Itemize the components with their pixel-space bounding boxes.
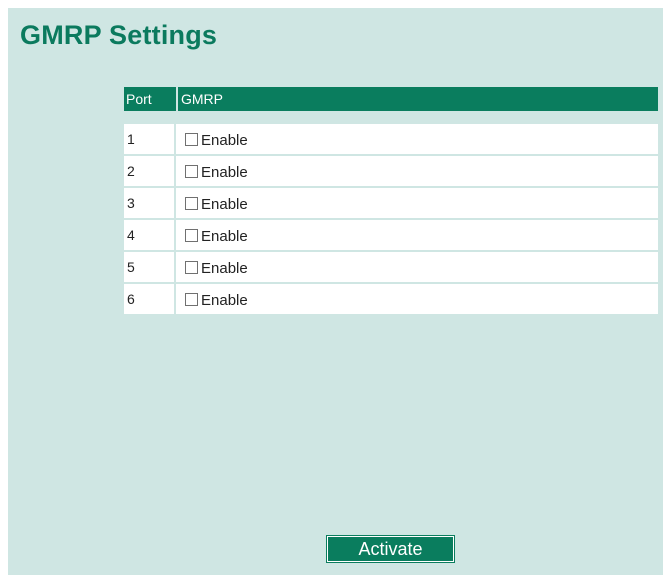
table-row: 1 Enable	[124, 124, 658, 154]
table-row: 6 Enable	[124, 284, 658, 314]
enable-checkbox[interactable]	[185, 197, 198, 210]
port-number: 4	[124, 220, 176, 250]
page-title: GMRP Settings	[20, 20, 218, 50]
gmrp-cell: Enable	[176, 188, 658, 218]
column-header-port: Port	[126, 91, 152, 107]
table-row: 5 Enable	[124, 252, 658, 282]
activate-button[interactable]: Activate	[326, 535, 455, 563]
gmrp-port-table: Port GMRP 1 Enable 2 Enable 3 Enable 4 E…	[124, 87, 658, 316]
enable-label[interactable]: Enable	[201, 283, 248, 316]
port-number: 5	[124, 252, 176, 282]
port-number: 2	[124, 156, 176, 186]
table-header: Port GMRP	[124, 87, 658, 111]
gmrp-cell: Enable	[176, 220, 658, 250]
column-header-gmrp: GMRP	[176, 87, 658, 111]
port-number: 6	[124, 284, 176, 314]
enable-label[interactable]: Enable	[201, 219, 248, 252]
gmrp-cell: Enable	[176, 156, 658, 186]
enable-label[interactable]: Enable	[201, 251, 248, 284]
enable-label[interactable]: Enable	[201, 123, 248, 156]
enable-checkbox[interactable]	[185, 293, 198, 306]
enable-checkbox[interactable]	[185, 165, 198, 178]
enable-label[interactable]: Enable	[201, 187, 248, 220]
table-row: 3 Enable	[124, 188, 658, 218]
table-row: 4 Enable	[124, 220, 658, 250]
enable-checkbox[interactable]	[185, 261, 198, 274]
port-number: 1	[124, 124, 176, 154]
enable-checkbox[interactable]	[185, 229, 198, 242]
enable-label[interactable]: Enable	[201, 155, 248, 188]
settings-panel: GMRP Settings Port GMRP 1 Enable 2 Enabl…	[8, 8, 663, 575]
gmrp-cell: Enable	[176, 252, 658, 282]
port-number: 3	[124, 188, 176, 218]
gmrp-cell: Enable	[176, 284, 658, 314]
enable-checkbox[interactable]	[185, 133, 198, 146]
gmrp-cell: Enable	[176, 124, 658, 154]
table-row: 2 Enable	[124, 156, 658, 186]
